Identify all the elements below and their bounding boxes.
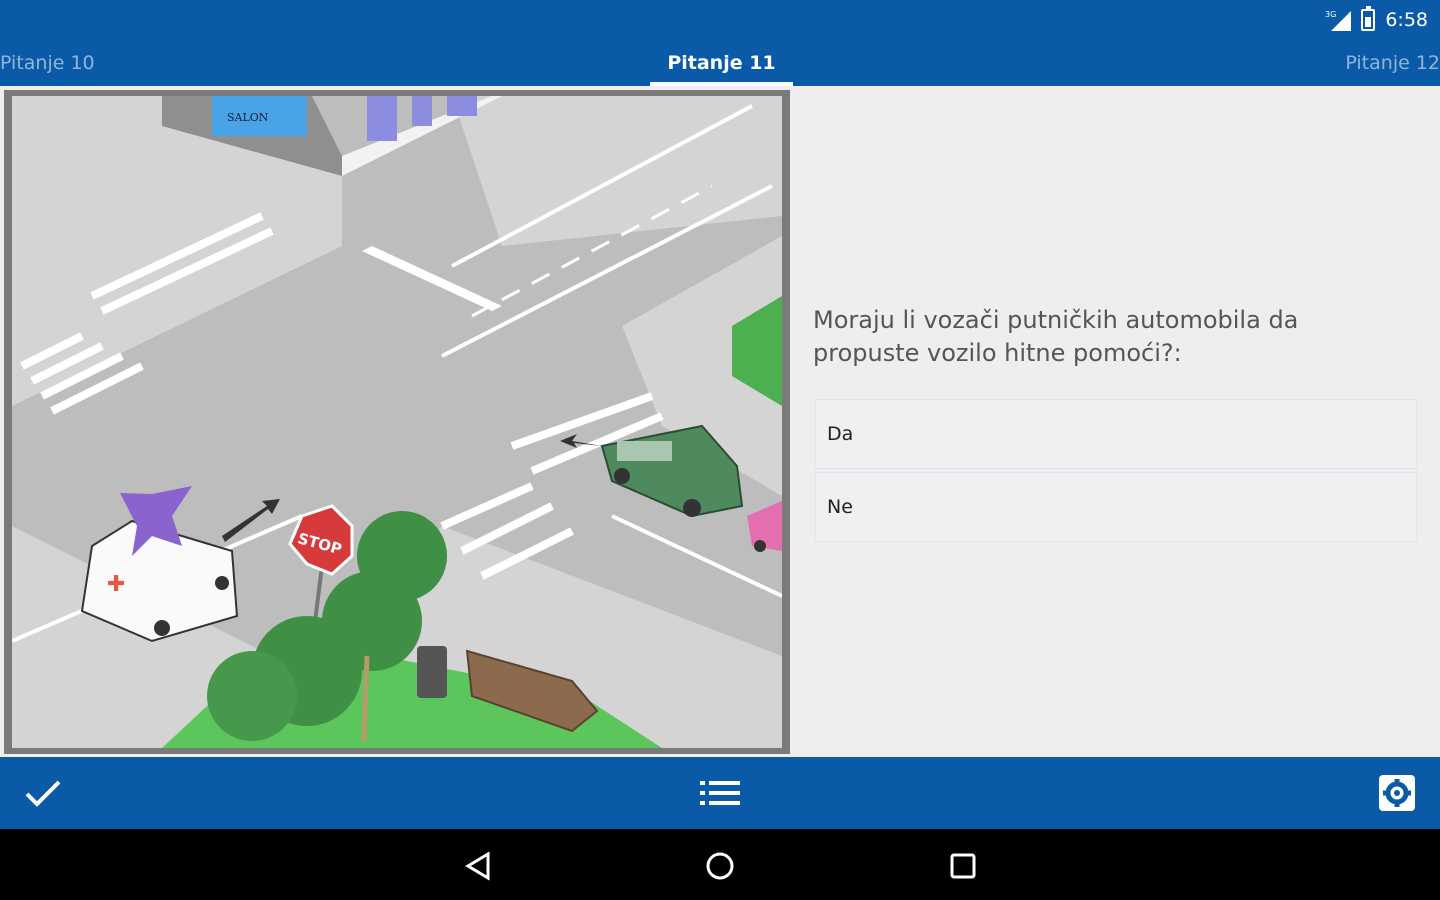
tab-previous-question[interactable]: Pitanje 10 xyxy=(0,52,95,74)
recent-apps-icon xyxy=(950,853,976,879)
battery-icon xyxy=(1361,6,1376,31)
home-icon xyxy=(706,852,734,880)
question-illustration: SALON ✚ STOP xyxy=(4,90,790,754)
navigation-bar xyxy=(0,829,1440,900)
status-bar: 3G 6:58 xyxy=(1325,6,1428,34)
answer-option[interactable]: Ne xyxy=(815,472,1417,542)
settings-button[interactable] xyxy=(1372,757,1422,829)
answer-label: Ne xyxy=(827,496,853,518)
back-button[interactable] xyxy=(458,846,498,886)
signal-icon: 3G xyxy=(1325,10,1352,31)
recent-apps-button[interactable] xyxy=(943,846,983,886)
question-tabs: Pitanje 10 Pitanje 11 Pitanje 12 xyxy=(0,44,1440,86)
bottom-toolbar xyxy=(0,757,1440,829)
status-time: 6:58 xyxy=(1385,9,1428,31)
home-button[interactable] xyxy=(700,846,740,886)
svg-text:✚: ✚ xyxy=(107,572,125,597)
submit-answer-button[interactable] xyxy=(18,757,68,829)
svg-text:SALON: SALON xyxy=(227,111,269,124)
answer-label: Da xyxy=(827,423,854,445)
tab-next-question[interactable]: Pitanje 12 xyxy=(1345,52,1440,74)
svg-text:3G: 3G xyxy=(1325,10,1336,19)
question-text: Moraju li vozači putničkih automobila da… xyxy=(813,306,1299,367)
settings-icon xyxy=(1379,775,1415,811)
tab-current-question[interactable]: Pitanje 11 xyxy=(650,52,793,74)
check-icon xyxy=(25,780,61,807)
question-content: SALON ✚ STOP Moraju li vozači putničkih … xyxy=(0,86,1440,757)
back-icon xyxy=(465,851,490,881)
app-bar: 3G 6:58 Pitanje 10 Pitanje 11 Pitanje 12 xyxy=(0,0,1440,86)
answer-option[interactable]: Da xyxy=(815,399,1417,469)
list-icon xyxy=(700,781,740,805)
question-list-button[interactable] xyxy=(690,757,750,829)
intersection-image: SALON ✚ STOP xyxy=(12,96,782,748)
